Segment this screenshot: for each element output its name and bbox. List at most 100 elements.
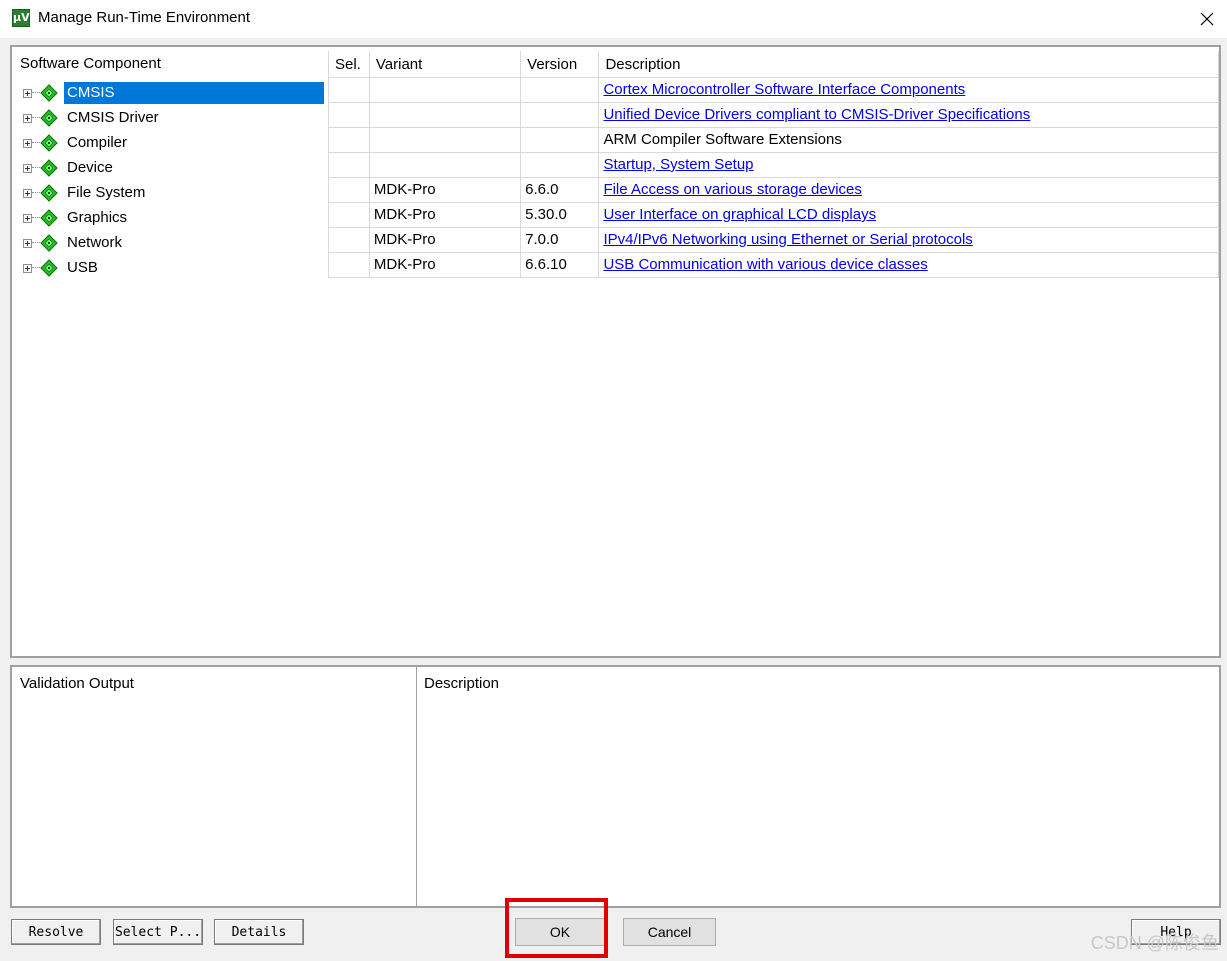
column-header-variant[interactable]: Variant	[368, 51, 522, 78]
grid-row: ARM Compiler Software Extensions	[328, 127, 1219, 153]
version-cell[interactable]: 7.0.0	[520, 227, 600, 253]
description-cell: Unified Device Drivers compliant to CMSI…	[598, 102, 1219, 128]
validation-panel: Validation Output Description	[10, 665, 1221, 908]
description-cell: USB Communication with various device cl…	[598, 252, 1219, 278]
tree-item-label: Device	[67, 159, 113, 176]
description-cell: File Access on various storage devices	[598, 177, 1219, 203]
title-bar: μV Manage Run-Time Environment	[0, 0, 1227, 38]
expand-plus-icon[interactable]	[23, 138, 32, 148]
column-header-version[interactable]: Version	[520, 51, 600, 78]
close-button[interactable]	[1187, 0, 1227, 38]
description-cell: User Interface on graphical LCD displays	[598, 202, 1219, 228]
tree-connector	[32, 167, 40, 169]
grid-row: MDK-Pro 6.6.10 USB Communication with vari…	[328, 252, 1219, 278]
validation-output-header: Validation Output	[20, 675, 134, 692]
description-cell: Cortex Microcontroller Software Interfac…	[598, 77, 1219, 103]
variant-cell[interactable]	[368, 127, 522, 153]
sel-cell[interactable]	[328, 177, 370, 203]
component-diamond-icon	[40, 234, 58, 252]
tree-item-label: CMSIS Driver	[67, 109, 159, 126]
tree-item[interactable]: Graphics	[20, 206, 326, 230]
tree-connector	[32, 267, 40, 269]
tree-item-label: USB	[67, 259, 98, 276]
column-header-description[interactable]: Description	[598, 51, 1219, 78]
variant-cell[interactable]	[368, 152, 522, 178]
expand-plus-icon[interactable]	[23, 213, 32, 223]
description-link[interactable]: File Access on various storage devices	[603, 181, 861, 198]
description-link[interactable]: USB Communication with various device cl…	[603, 256, 927, 273]
variant-cell[interactable]	[368, 77, 522, 103]
grid-header-row: Sel. Variant Version Description	[328, 51, 1219, 78]
ok-button[interactable]: OK	[515, 918, 605, 946]
software-component-header: Software Component	[20, 55, 161, 72]
version-cell[interactable]	[520, 127, 600, 153]
tree-item[interactable]: CMSIS	[20, 81, 326, 105]
sel-cell[interactable]	[328, 77, 370, 103]
tree-connector	[32, 92, 40, 94]
variant-cell[interactable]: MDK-Pro	[368, 177, 522, 203]
sel-cell[interactable]	[328, 227, 370, 253]
variant-cell[interactable]: MDK-Pro	[368, 202, 522, 228]
description-link[interactable]: User Interface on graphical LCD displays	[603, 206, 876, 223]
tree-item[interactable]: File System	[20, 181, 326, 205]
resolve-button[interactable]: Resolve	[11, 919, 101, 945]
version-cell[interactable]	[520, 77, 600, 103]
validation-description-header: Description	[424, 675, 500, 692]
expand-plus-icon[interactable]	[23, 188, 32, 198]
version-cell[interactable]: 5.30.0	[520, 202, 600, 228]
tree-item[interactable]: CMSIS Driver	[20, 106, 326, 130]
sel-cell[interactable]	[328, 127, 370, 153]
sel-cell[interactable]	[328, 252, 370, 278]
description-link[interactable]: Unified Device Drivers compliant to CMSI…	[603, 106, 1030, 123]
sel-cell[interactable]	[328, 202, 370, 228]
sel-cell[interactable]	[328, 152, 370, 178]
details-button[interactable]: Details	[214, 919, 304, 945]
tree-item[interactable]: Compiler	[20, 131, 326, 155]
tree-item[interactable]: Network	[20, 231, 326, 255]
grid-row: MDK-Pro 7.0.0 IPv4/IPv6 Networking using E…	[328, 227, 1219, 253]
grid-row: MDK-Pro 6.6.0 File Access on various stora…	[328, 177, 1219, 203]
tree-item-label: File System	[67, 184, 146, 201]
variant-cell[interactable]: MDK-Pro	[368, 252, 522, 278]
variant-cell[interactable]: MDK-Pro	[368, 227, 522, 253]
component-diamond-icon	[40, 84, 58, 102]
version-cell[interactable]	[520, 102, 600, 128]
grid-row: MDK-Pro 5.30.0 User Interface on graphical…	[328, 202, 1219, 228]
component-diamond-icon	[40, 134, 58, 152]
component-diamond-icon	[40, 184, 58, 202]
version-cell[interactable]: 6.6.0	[520, 177, 600, 203]
sel-cell[interactable]	[328, 102, 370, 128]
component-diamond-icon	[40, 109, 58, 127]
version-cell[interactable]	[520, 152, 600, 178]
expand-plus-icon[interactable]	[23, 88, 32, 98]
description-link[interactable]: IPv4/IPv6 Networking using Ethernet or S…	[603, 231, 972, 248]
expand-plus-icon[interactable]	[23, 263, 32, 273]
grid-row: Unified Device Drivers compliant to CMSI…	[328, 102, 1219, 128]
uvision-app-icon: μV	[12, 9, 30, 27]
validation-divider[interactable]	[416, 667, 417, 906]
description-cell: ARM Compiler Software Extensions	[598, 127, 1219, 153]
component-diamond-icon	[40, 209, 58, 227]
version-cell[interactable]: 6.6.10	[520, 252, 600, 278]
grid-row: Cortex Microcontroller Software Interfac…	[328, 77, 1219, 103]
help-button[interactable]: Help	[1131, 919, 1221, 945]
description-cell: Startup, System Setup	[598, 152, 1219, 178]
cancel-button[interactable]: Cancel	[623, 918, 716, 946]
component-diamond-icon	[40, 259, 58, 277]
variant-cell[interactable]	[368, 102, 522, 128]
column-header-sel[interactable]: Sel.	[328, 51, 370, 78]
component-diamond-icon	[40, 159, 58, 177]
tree-connector	[32, 117, 40, 119]
description-link[interactable]: Cortex Microcontroller Software Interfac…	[603, 81, 965, 98]
tree-item[interactable]: Device	[20, 156, 326, 180]
select-packs-button[interactable]: Select P...	[113, 919, 203, 945]
tree-connector	[32, 217, 40, 219]
tree-connector	[32, 192, 40, 194]
expand-plus-icon[interactable]	[23, 238, 32, 248]
grid-row: Startup, System Setup	[328, 152, 1219, 178]
tree-item[interactable]: USB	[20, 256, 326, 280]
expand-plus-icon[interactable]	[23, 113, 32, 123]
description-link[interactable]: Startup, System Setup	[603, 156, 753, 173]
expand-plus-icon[interactable]	[23, 163, 32, 173]
tree-connector	[32, 242, 40, 244]
